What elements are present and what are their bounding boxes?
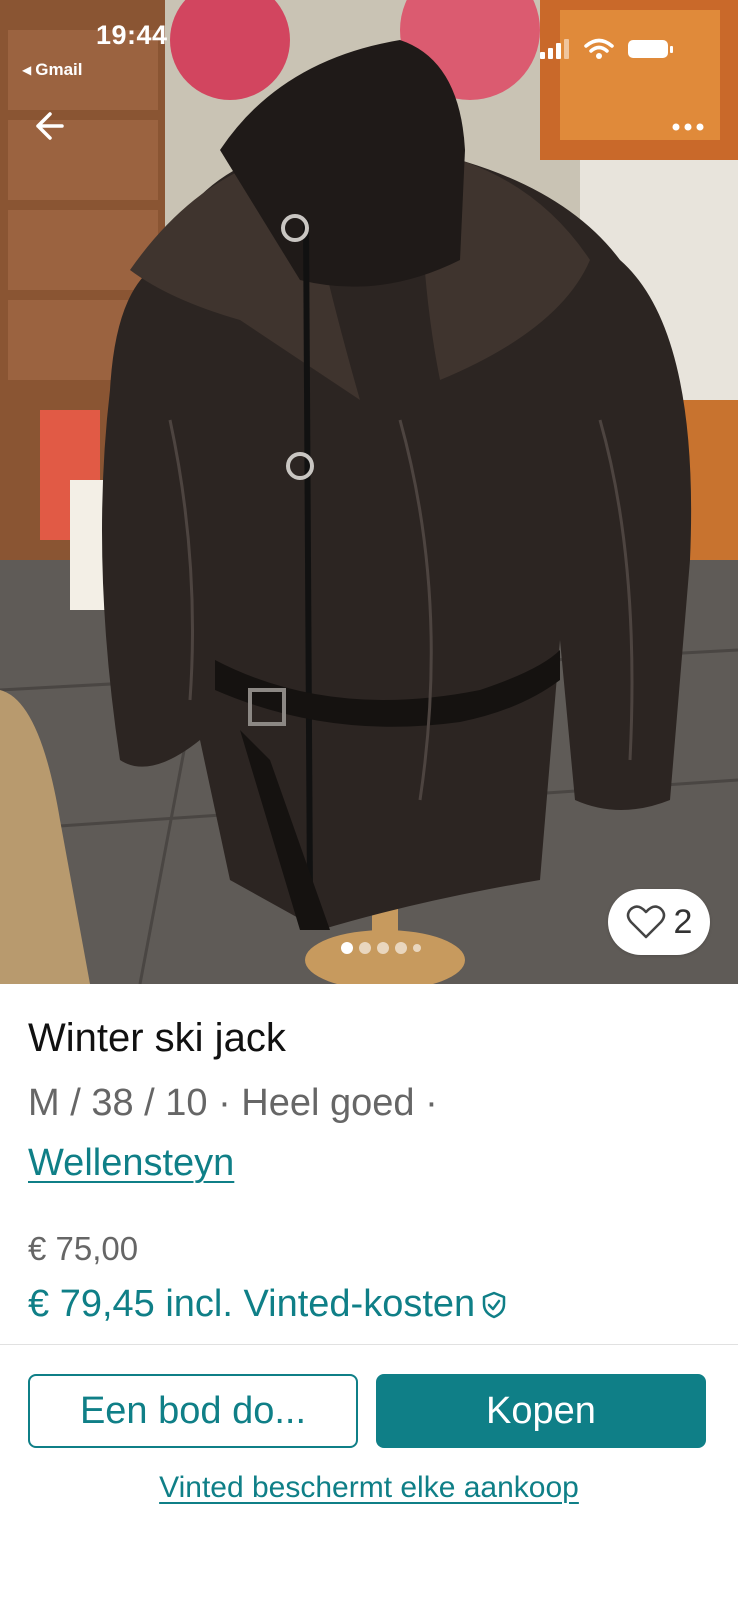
wifi-icon	[584, 38, 614, 59]
buyer-protection: Vinted beschermt elke aankoop	[0, 1471, 738, 1505]
back-to-app-link[interactable]: ◀ Gmail	[22, 60, 82, 80]
back-arrow-icon[interactable]	[30, 108, 66, 144]
price-including-fees[interactable]: € 79,45 incl. Vinted-kosten	[28, 1283, 507, 1326]
item-title: Winter ski jack	[28, 1016, 286, 1060]
make-offer-button[interactable]: Een bod do...	[28, 1374, 358, 1448]
carousel-dot[interactable]	[341, 942, 353, 954]
shield-check-icon	[482, 1291, 506, 1318]
favorite-button[interactable]: 2	[608, 889, 710, 955]
carousel-dot[interactable]	[413, 944, 421, 952]
status-icons	[540, 38, 673, 60]
buyer-protection-link[interactable]: Vinted beschermt elke aankoop	[159, 1471, 579, 1504]
carousel-dot[interactable]	[377, 942, 389, 954]
more-options-icon[interactable]	[668, 112, 708, 142]
status-bar: 19:44 ◀ Gmail	[0, 0, 738, 90]
status-time: 19:44	[96, 20, 168, 50]
battery-icon	[628, 40, 673, 58]
buy-button[interactable]: Kopen	[376, 1374, 706, 1448]
back-triangle-icon: ◀	[22, 63, 32, 77]
item-price: € 75,00	[28, 1230, 139, 1267]
favorite-count: 2	[673, 902, 693, 941]
jacket-photo-image	[0, 0, 738, 984]
carousel-dot[interactable]	[359, 942, 371, 954]
back-app-label: Gmail	[35, 60, 83, 79]
signal-icon	[540, 39, 569, 59]
brand-link[interactable]: Wellensteyn	[28, 1142, 234, 1185]
listing-photo[interactable]: 19:44 ◀ Gmail 2	[0, 0, 738, 984]
section-divider	[0, 1344, 738, 1345]
heart-icon	[626, 905, 665, 939]
item-meta: M / 38 / 10 · Heel goed ·	[28, 1082, 438, 1124]
carousel-dot[interactable]	[395, 942, 407, 954]
carousel-dots	[341, 942, 421, 954]
price-incl-label: € 79,45 incl. Vinted-kosten	[28, 1283, 476, 1325]
